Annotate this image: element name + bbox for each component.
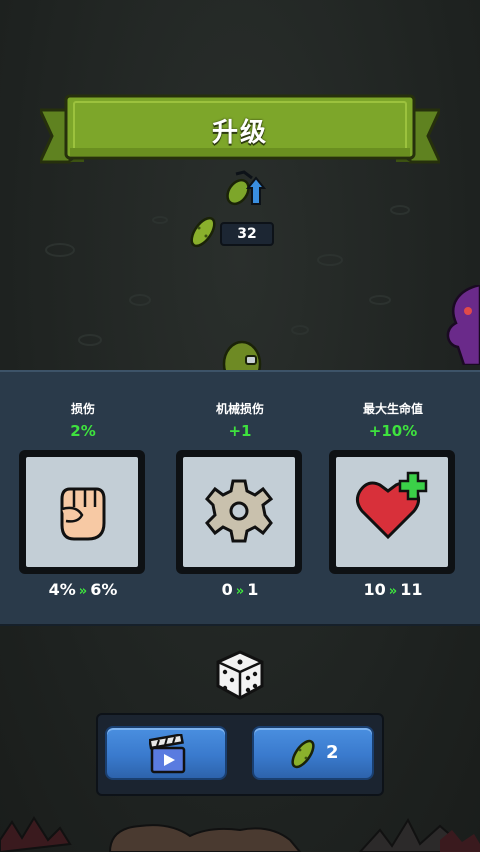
- upgrade-card-max-health[interactable]: 最大生命值 +10% 10» 11: [318, 372, 468, 624]
- upgrade-values: 4%» 6%: [48, 580, 118, 599]
- upgrade-values: 0» 1: [221, 580, 259, 599]
- reroll-cost: 2: [326, 742, 339, 763]
- upgrade-icon-frame: [329, 450, 455, 574]
- upgrade-values: 10» 11: [363, 580, 423, 599]
- upgrade-panel: 损伤 2% 4%» 6% 机械损伤 +1 0 » 1 最大生命值 +10% 10…: [0, 370, 480, 626]
- currency-count: 32: [237, 226, 257, 242]
- pickle-icon: [190, 216, 216, 248]
- upgrade-gain: 2%: [70, 422, 96, 440]
- watch-ad-button[interactable]: [105, 726, 227, 780]
- upgrade-title: 损伤: [70, 402, 95, 416]
- upgrade-gain: +10%: [368, 422, 418, 440]
- page-title: 升级: [211, 118, 268, 148]
- buy-reroll-button[interactable]: 2: [252, 726, 374, 780]
- heart-plus-icon: [355, 471, 428, 540]
- upgrade-title: 机械损伤: [215, 402, 264, 416]
- enemy-monster: [446, 285, 480, 365]
- fist-icon: [60, 487, 106, 541]
- upgrade-gain: +1: [228, 422, 252, 440]
- video-clapper-icon: [149, 734, 186, 774]
- ground-decoration: [0, 816, 480, 852]
- upgrade-card-mech-damage[interactable]: 机械损伤 +1 0» 1: [165, 372, 315, 624]
- upgrade-title: 最大生命值: [362, 402, 423, 416]
- upgrade-icon-frame: [19, 450, 145, 574]
- upgrade-card-damage[interactable]: 损伤 2% 4%» 6%: [8, 372, 158, 624]
- player-character: [222, 340, 262, 372]
- gear-icon: [205, 479, 273, 543]
- pickle-upgrade-icon: [226, 170, 267, 206]
- dice-reroll-icon[interactable]: [216, 650, 264, 700]
- upgrade-icon-frame: [176, 450, 302, 574]
- pickle-icon: [291, 739, 315, 769]
